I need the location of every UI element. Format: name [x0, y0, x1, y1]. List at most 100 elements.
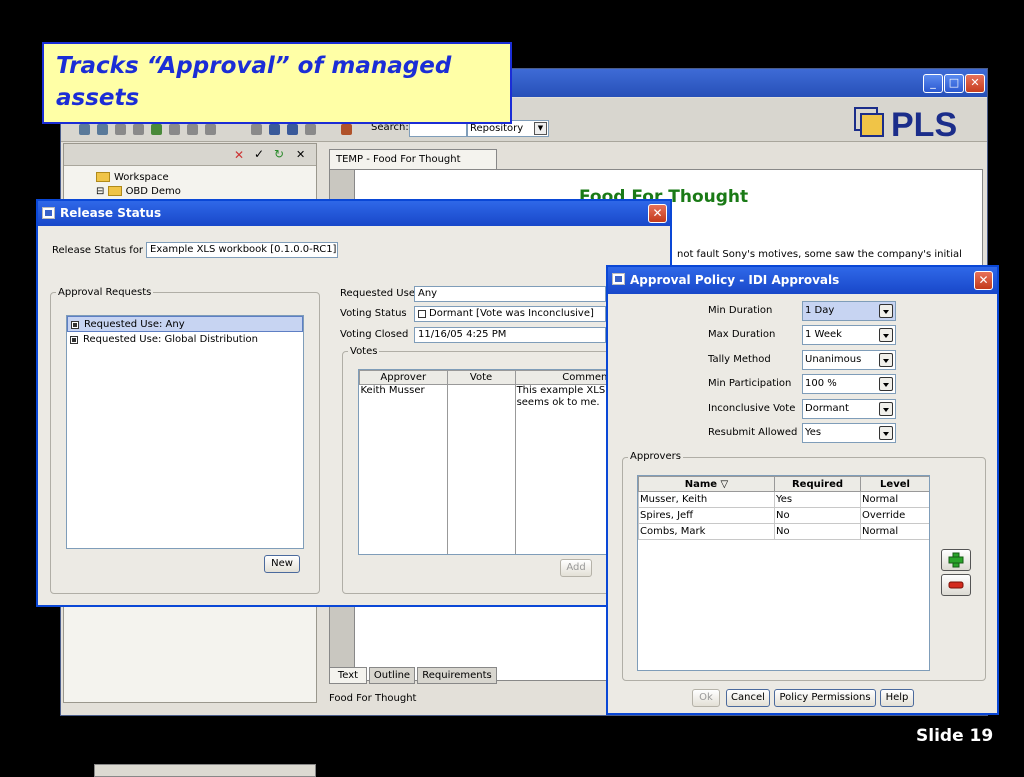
- table-cell: Override: [860, 507, 929, 524]
- close-icon[interactable]: ✕: [974, 271, 993, 290]
- votes-table[interactable]: Approver Vote Comment Keith Musser This ex…: [358, 369, 608, 555]
- plus-icon: [948, 552, 964, 568]
- list-item[interactable]: Requested Use: Global Distribution: [67, 332, 303, 348]
- folder-icon: [107, 186, 122, 196]
- toolbar-icon[interactable]: [151, 124, 162, 135]
- chevron-down-icon: [879, 377, 893, 391]
- table-row[interactable]: Musser, Keith Yes Normal: [638, 491, 929, 508]
- toolbar-icon[interactable]: [115, 124, 126, 135]
- toolbar-icon[interactable]: [133, 124, 144, 135]
- status-bar: Food For Thought: [329, 693, 417, 704]
- toolbar-icon[interactable]: [205, 124, 216, 135]
- user-icon[interactable]: [341, 124, 352, 135]
- tab-requirements[interactable]: Requirements: [417, 667, 497, 684]
- checkbox-icon: [71, 321, 79, 329]
- table-cell: Combs, Mark: [638, 523, 775, 540]
- release-status-dialog: Release Status ✕ Release Status for Exam…: [36, 199, 672, 607]
- folder-icon: [96, 172, 110, 182]
- table-cell: [447, 384, 516, 554]
- toolbar-icon[interactable]: [251, 124, 262, 135]
- table-cell: Musser, Keith: [638, 491, 775, 508]
- max-duration-label: Max Duration: [708, 329, 776, 340]
- min-participation-select[interactable]: 100 %: [802, 374, 896, 394]
- tree-scrollbar[interactable]: [94, 764, 316, 777]
- close-icon[interactable]: ✕: [296, 148, 305, 161]
- window-icon: [612, 273, 625, 285]
- delete-icon[interactable]: ✕: [234, 148, 244, 162]
- svg-text:PLS: PLS: [891, 106, 957, 142]
- policy-permissions-button[interactable]: Policy Permissions: [774, 689, 876, 707]
- table-row[interactable]: Combs, Mark No Normal: [638, 523, 929, 540]
- column-header[interactable]: Required: [774, 476, 861, 492]
- approval-policy-dialog: Approval Policy - IDI Approvals ✕ Min Du…: [606, 265, 999, 715]
- table-cell: Normal: [860, 523, 929, 540]
- toolbar-icon[interactable]: [187, 124, 198, 135]
- resubmit-allowed-select[interactable]: Yes: [802, 423, 896, 443]
- minimize-icon[interactable]: _: [923, 74, 943, 93]
- release-for-value: Example XLS workbook [0.1.0.0-RC1]: [146, 242, 338, 258]
- slide-number: Slide 19: [916, 726, 994, 746]
- list-item[interactable]: Requested Use: Any: [67, 316, 303, 332]
- column-header[interactable]: Approver: [359, 370, 448, 385]
- min-duration-label: Min Duration: [708, 305, 773, 316]
- window-icon: [42, 207, 55, 219]
- maximize-icon[interactable]: □: [944, 74, 964, 93]
- tree-item-workspace[interactable]: Workspace: [96, 172, 169, 183]
- voting-status-label: Voting Status: [340, 308, 407, 319]
- voting-closed-field: 11/16/05 4:25 PM: [414, 327, 606, 343]
- close-icon[interactable]: ✕: [965, 74, 985, 93]
- print-icon[interactable]: [305, 124, 316, 135]
- release-for-label: Release Status for: [52, 245, 144, 256]
- group-label: Approvers: [628, 451, 683, 462]
- approval-requests-list[interactable]: Requested Use: Any Requested Use: Global…: [66, 315, 304, 549]
- column-header[interactable]: Level: [860, 476, 929, 492]
- table-row[interactable]: Keith Musser This example XLS spread see…: [359, 384, 607, 554]
- max-duration-select[interactable]: 1 Week: [802, 325, 896, 345]
- refresh-icon[interactable]: ↻: [274, 147, 284, 161]
- table-cell: No: [774, 523, 861, 540]
- table-row[interactable]: Spires, Jeff No Override: [638, 507, 929, 524]
- pls-logo: PLS: [851, 102, 981, 144]
- add-button[interactable]: Add: [560, 559, 592, 577]
- checkbox-icon: [70, 336, 78, 344]
- tab-document[interactable]: TEMP - Food For Thought: [329, 149, 497, 169]
- dialog-title-bar: Release Status ✕: [38, 201, 670, 226]
- chevron-down-icon: [879, 304, 893, 318]
- check-icon[interactable]: ✓: [254, 147, 264, 161]
- add-approver-button[interactable]: [941, 549, 971, 571]
- toolbar-icon[interactable]: [287, 124, 298, 135]
- column-header[interactable]: Name ▽: [638, 476, 775, 492]
- tree-label: OBD Demo: [125, 186, 181, 197]
- requested-use-label: Requested Use: [340, 288, 415, 299]
- editor-tabs: Text Outline Requirements: [329, 667, 569, 685]
- new-button[interactable]: New: [264, 555, 300, 573]
- ok-button[interactable]: Ok: [692, 689, 720, 707]
- column-header[interactable]: Comment: [514, 370, 607, 385]
- cancel-button[interactable]: Cancel: [726, 689, 770, 707]
- help-button[interactable]: Help: [880, 689, 914, 707]
- tab-outline[interactable]: Outline: [369, 667, 415, 684]
- tree-item-obd-demo[interactable]: ⊟ OBD Demo: [96, 186, 181, 197]
- table-cell: This example XLS spread seems ok to me.: [515, 384, 607, 554]
- back-icon[interactable]: [79, 124, 90, 135]
- approvers-table[interactable]: Name ▽ Required Level Musser, Keith Yes No…: [637, 475, 930, 671]
- remove-approver-button[interactable]: [941, 574, 971, 596]
- dialog-title: Release Status: [60, 206, 162, 220]
- inconclusive-vote-label: Inconclusive Vote: [708, 403, 796, 414]
- chevron-down-icon: [879, 328, 893, 342]
- minus-icon: [948, 581, 964, 589]
- tab-text[interactable]: Text: [329, 667, 367, 684]
- inconclusive-vote-select[interactable]: Dormant: [802, 399, 896, 419]
- column-header[interactable]: Vote: [446, 370, 516, 385]
- resubmit-allowed-label: Resubmit Allowed: [708, 427, 798, 438]
- forward-icon[interactable]: [97, 124, 108, 135]
- toolbar-icon[interactable]: [269, 124, 280, 135]
- tree-toolbar: ✕ ✓ ↻ ✕: [64, 144, 316, 166]
- tally-method-select[interactable]: Unanimous: [802, 350, 896, 370]
- callout-text: Tracks “Approval” of managed assets: [56, 53, 452, 111]
- min-duration-select[interactable]: 1 Day: [802, 301, 896, 321]
- toolbar-icon[interactable]: [169, 124, 180, 135]
- close-icon[interactable]: ✕: [648, 204, 667, 223]
- dialog-title: Approval Policy - IDI Approvals: [630, 273, 840, 287]
- table-cell: Yes: [774, 491, 861, 508]
